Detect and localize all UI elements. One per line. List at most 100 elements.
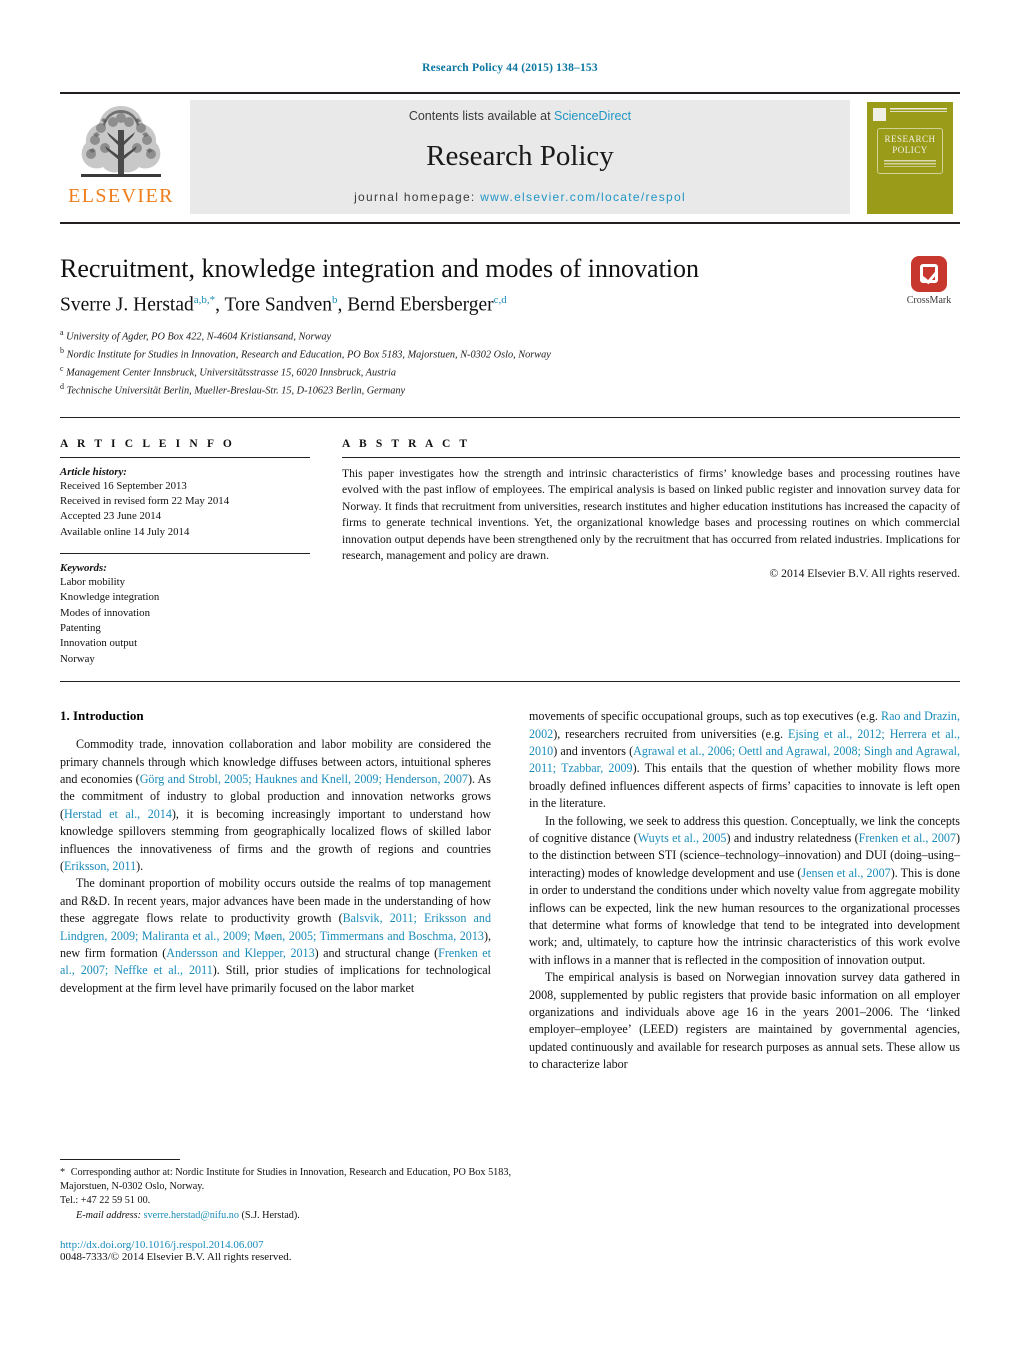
paragraph-text: ), researchers recruited from universiti… (553, 726, 788, 741)
keywords-rule (60, 553, 310, 555)
citation-link[interactable]: Görg and Strobl, 2005; Hauknes and Knell… (140, 772, 468, 786)
paragraph-text: movements of specific occupational group… (529, 709, 881, 724)
footnote-block: * Corresponding author at: Nordic Instit… (60, 1158, 511, 1263)
cover-header-text (890, 108, 947, 112)
homepage-prefix: journal homepage: (354, 190, 481, 204)
affiliation-text: Nordic Institute for Studies in Innovati… (66, 349, 551, 361)
cover-title-line-1: RESEARCH (884, 134, 936, 144)
cover-subtitle-lines (884, 160, 936, 167)
article-history-item: Available online 14 July 2014 (60, 525, 190, 538)
affiliation-item: d Technische Universität Berlin, Mueller… (60, 381, 960, 399)
cover-title-line-2: POLICY (892, 145, 928, 155)
affiliation-item: c Management Center Innsbruck, Universit… (60, 363, 960, 381)
citation-link[interactable]: Andersson and Klepper, 2013 (166, 946, 314, 960)
journal-homepage-line: journal homepage: www.elsevier.com/locat… (354, 190, 686, 204)
abstract-heading: A B S T R A C T (342, 437, 471, 450)
keyword-item: Modes of innovation (60, 606, 150, 619)
keyword-item: Norway (60, 652, 95, 665)
abstract-column: A B S T R A C T This paper investigates … (342, 438, 960, 667)
email-link[interactable]: sverre.herstad@nifu.no (144, 1210, 239, 1221)
keyword-item: Labor mobility (60, 576, 126, 589)
corresponding-author-note: * Corresponding author at: Nordic Instit… (60, 1166, 511, 1195)
paragraph: The empirical analysis is based on Norwe… (529, 970, 960, 1072)
affiliation-mark: c (60, 364, 64, 374)
affiliation-item: b Nordic Institute for Studies in Innova… (60, 345, 960, 363)
citation-link[interactable]: Jensen et al., 2007 (801, 866, 890, 880)
affiliation-text: University of Agder, PO Box 422, N-4604 … (66, 331, 332, 343)
elsevier-wordmark: ELSEVIER (68, 185, 174, 207)
affiliation-mark: b (60, 346, 64, 356)
author-name: Tore Sandven (224, 294, 333, 316)
paragraph-text: ) and industry relatedness ( (726, 830, 859, 845)
article-info-rule (60, 456, 310, 458)
doi-link[interactable]: http://dx.doi.org/10.1016/j.respol.2014.… (60, 1239, 511, 1251)
author-affiliation-marks: c,d (493, 293, 507, 306)
running-head: Research Policy 44 (2015) 138–153 (422, 62, 598, 74)
author-name: Sverre J. Herstad (60, 294, 194, 316)
article-info-heading: A R T I C L E I N F O (60, 437, 235, 450)
paragraph-text: ). This is done in order to understand t… (529, 865, 960, 967)
journal-masthead: ELSEVIER Contents lists available at Sci… (60, 92, 960, 224)
keyword-item: Innovation output (60, 637, 138, 650)
journal-homepage-link[interactable]: www.elsevier.com/locate/respol (480, 190, 686, 204)
abstract-copyright: © 2014 Elsevier B.V. All rights reserved… (769, 566, 960, 580)
email-label: E-mail address: (76, 1209, 141, 1221)
email-owner: (S.J. Herstad). (241, 1209, 300, 1221)
title-block: CrossMark Recruitment, knowledge integra… (60, 254, 960, 418)
author-affiliation-marks: b (332, 293, 338, 306)
info-abstract-row: A R T I C L E I N F O Article history: R… (60, 438, 960, 683)
abstract-rule (342, 456, 960, 458)
paragraph: The dominant proportion of mobility occu… (60, 875, 491, 997)
footnote-rule (60, 1158, 180, 1160)
paragraph: Commodity trade, innovation collaboratio… (60, 736, 491, 875)
affiliation-mark: d (60, 381, 64, 391)
affiliation-list: a University of Agder, PO Box 422, N-460… (60, 327, 960, 398)
affiliation-item: a University of Agder, PO Box 422, N-460… (60, 327, 960, 345)
paragraph-text: ) and structural change ( (314, 945, 439, 960)
article-history-item: Received 16 September 2013 (60, 479, 187, 492)
footnote-star-marker: * (60, 1166, 66, 1178)
article-history-item: Received in revised form 22 May 2014 (60, 495, 230, 508)
keywords-label: Keywords: (60, 562, 107, 575)
article-info-column: A R T I C L E I N F O Article history: R… (60, 438, 310, 667)
paragraph: movements of specific occupational group… (529, 708, 960, 812)
elsevier-tree-icon (81, 106, 161, 177)
article-history-label: Article history: (60, 465, 127, 478)
sciencedirect-link[interactable]: ScienceDirect (554, 109, 631, 123)
issn-copyright-line: 0048-7333/© 2014 Elsevier B.V. All right… (60, 1251, 292, 1263)
citation-link[interactable]: Frenken et al., 2007 (859, 831, 956, 845)
affiliation-text: Technische Universität Berlin, Mueller-B… (66, 385, 406, 397)
affiliation-text: Management Center Innsbruck, Universität… (66, 367, 396, 379)
contents-prefix: Contents lists available at (408, 109, 555, 123)
doi-block: http://dx.doi.org/10.1016/j.respol.2014.… (60, 1239, 511, 1263)
section-heading-introduction: 1. Introduction (60, 708, 144, 724)
affiliation-mark: a (60, 328, 64, 338)
journal-cover-thumbnail: RESEARCH POLICY (867, 102, 953, 214)
author-list: Sverre J. Herstada,b,*, Tore Sandvenb, B… (60, 293, 507, 316)
crossmark-badge[interactable]: CrossMark (898, 256, 960, 306)
paragraph: In the following, we seek to address thi… (529, 813, 960, 970)
citation-link[interactable]: Eriksson, 2011 (64, 859, 136, 873)
cover-title-box: RESEARCH POLICY (877, 128, 943, 174)
email-line: E-mail address: sverre.herstad@nifu.no (… (60, 1209, 511, 1223)
keyword-item: Knowledge integration (60, 591, 160, 604)
crossmark-label: CrossMark (906, 295, 952, 306)
paragraph-text: ) and inventors ( (553, 743, 634, 758)
body-columns: 1. Introduction Commodity trade, innovat… (60, 708, 960, 1074)
journal-band: Contents lists available at ScienceDirec… (190, 100, 850, 214)
page-title: Recruitment, knowledge integration and m… (60, 254, 700, 283)
journal-cover-block: RESEARCH POLICY (860, 94, 960, 222)
citation-link[interactable]: Herstad et al., 2014 (64, 807, 172, 821)
citation-link[interactable]: Wuyts et al., 2005 (638, 831, 727, 845)
article-history-item: Accepted 23 June 2014 (60, 510, 162, 523)
cover-publisher-mark-icon (873, 108, 886, 121)
body-column-left: 1. Introduction Commodity trade, innovat… (60, 708, 491, 1074)
corresponding-author-text: Corresponding author at: Nordic Institut… (60, 1166, 512, 1193)
paragraph-text: ). (136, 858, 144, 873)
elsevier-logo-block: ELSEVIER (60, 94, 182, 222)
crossmark-icon (911, 256, 947, 292)
contents-available-line: Contents lists available at ScienceDirec… (409, 109, 631, 123)
telephone-line: Tel.: +47 22 59 51 00. (60, 1195, 151, 1207)
journal-title: Research Policy (426, 140, 614, 172)
